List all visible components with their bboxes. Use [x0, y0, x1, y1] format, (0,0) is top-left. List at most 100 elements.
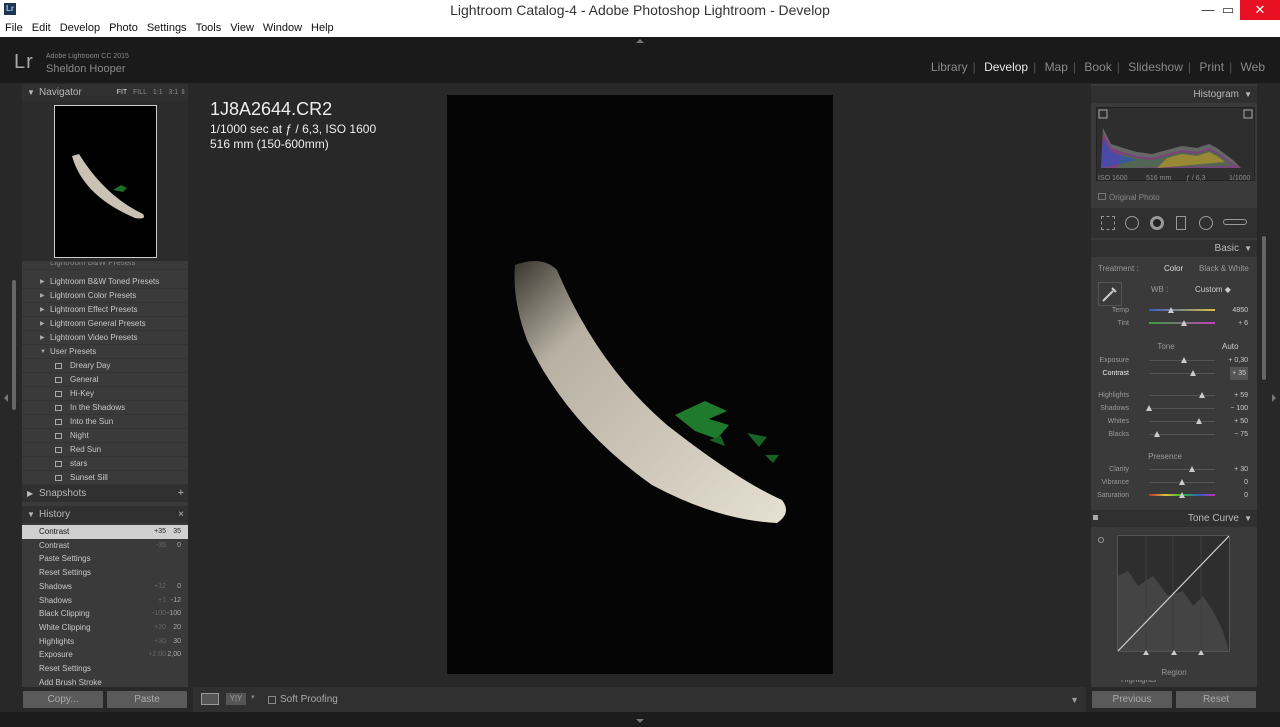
history-step[interactable]: Reset Settings	[22, 566, 188, 580]
navigator-preview[interactable]	[22, 101, 188, 261]
add-snapshot-icon[interactable]: +	[178, 485, 184, 502]
preset-folder[interactable]: Lightroom B&W Presets	[22, 262, 188, 270]
adjustment-brush-icon[interactable]	[1223, 219, 1247, 225]
before-after-dropdown-icon[interactable]: ▾	[251, 693, 255, 701]
graduated-filter-icon[interactable]	[1176, 216, 1186, 230]
slider-whites[interactable]: Whites + 50	[1091, 415, 1257, 428]
tone-curve-header[interactable]: Tone Curve ▼	[1091, 510, 1257, 527]
history-step[interactable]: Highlights +30 30	[22, 635, 188, 649]
tone-curve-toggle-icon[interactable]	[1093, 515, 1098, 520]
red-eye-icon[interactable]	[1150, 216, 1164, 230]
slider-track[interactable]	[1149, 469, 1215, 470]
slider-handle[interactable]	[1153, 431, 1160, 437]
slider-value[interactable]: + 59	[1234, 389, 1248, 402]
slider-track[interactable]	[1149, 373, 1215, 374]
history-step[interactable]: Black Clipping -100 -100	[22, 607, 188, 621]
user-preset[interactable]: In the Shadows	[22, 401, 188, 415]
slider-handle[interactable]	[1190, 370, 1197, 376]
spot-removal-icon[interactable]	[1125, 216, 1139, 230]
treatment-black-white[interactable]: Black & White	[1199, 264, 1249, 273]
slider-value[interactable]: + 50	[1234, 415, 1248, 428]
preset-folder[interactable]: ▶ Lightroom Effect Presets	[22, 303, 188, 317]
slider-shadows[interactable]: Shadows − 100	[1091, 402, 1257, 415]
left-panel-toggle-icon[interactable]	[4, 394, 8, 402]
user-preset[interactable]: Dreary Day	[22, 359, 188, 373]
menu-file[interactable]: File	[0, 20, 27, 34]
slider-clarity[interactable]: Clarity + 30	[1091, 463, 1257, 476]
history-step[interactable]: Shadows +12 0	[22, 580, 188, 594]
slider-value[interactable]: + 6	[1238, 317, 1248, 330]
loupe-view-icon[interactable]	[201, 693, 219, 705]
preset-folder[interactable]: ▶ Lightroom Color Presets	[22, 289, 188, 303]
slider-value[interactable]: 0	[1244, 489, 1248, 502]
filmstrip-toggle-icon[interactable]	[636, 719, 644, 723]
module-slideshow[interactable]: Slideshow	[1123, 60, 1188, 74]
toolbar-menu-icon[interactable]: ▼	[1070, 695, 1079, 705]
module-library[interactable]: Library	[926, 60, 973, 74]
split-handle-icon[interactable]	[1143, 650, 1149, 655]
menu-settings[interactable]: Settings	[142, 20, 191, 34]
before-after-icon[interactable]: Y|Y	[226, 693, 246, 705]
slider-tint[interactable]: Tint + 6	[1091, 317, 1257, 330]
treatment-color[interactable]: Color	[1164, 264, 1183, 273]
slider-vibrance[interactable]: Vibrance 0	[1091, 476, 1257, 489]
menu-window[interactable]: Window	[258, 20, 306, 34]
preset-folder[interactable]: ▶ Lightroom Video Presets	[22, 331, 188, 345]
slider-value[interactable]: 0	[1244, 476, 1248, 489]
slider-handle[interactable]	[1146, 405, 1152, 411]
clear-history-icon[interactable]: ×	[178, 506, 184, 523]
histogram-header[interactable]: Histogram ▼	[1091, 86, 1257, 103]
slider-handle[interactable]	[1167, 307, 1174, 313]
preset-folder-user[interactable]: ▼ User Presets	[22, 345, 188, 359]
menu-edit[interactable]: Edit	[27, 20, 55, 34]
user-preset[interactable]: Sunset Sill	[22, 471, 188, 485]
slider-handle[interactable]	[1198, 392, 1205, 398]
slider-exposure[interactable]: Exposure + 0,30	[1091, 354, 1257, 367]
slider-handle[interactable]	[1180, 320, 1187, 326]
slider-track[interactable]	[1149, 395, 1215, 396]
slider-handle[interactable]	[1195, 418, 1202, 424]
white-balance-eyedropper-icon[interactable]	[1098, 282, 1122, 306]
history-step[interactable]: Add Brush Stroke	[22, 676, 188, 687]
user-preset[interactable]: stars	[22, 457, 188, 471]
slider-highlights[interactable]: Highlights + 59	[1091, 389, 1257, 402]
module-web[interactable]: Web	[1236, 60, 1270, 74]
menu-help[interactable]: Help	[306, 20, 338, 34]
basic-header[interactable]: Basic ▼	[1091, 240, 1257, 257]
user-preset[interactable]: Into the Sun	[22, 415, 188, 429]
history-step[interactable]: Paste Settings	[22, 552, 188, 566]
paste-button[interactable]: Paste	[107, 691, 187, 708]
slider-value[interactable]: + 0,30	[1228, 354, 1248, 367]
tone-curve-graph[interactable]	[1117, 535, 1230, 652]
slider-value[interactable]: + 35	[1230, 367, 1248, 380]
slider-blacks[interactable]: Blacks − 75	[1091, 428, 1257, 441]
reset-button[interactable]: Reset	[1176, 691, 1256, 708]
module-book[interactable]: Book	[1079, 60, 1116, 74]
radial-filter-icon[interactable]	[1199, 216, 1213, 230]
preset-folder[interactable]: ▶ Lightroom B&W Toned Presets	[22, 275, 188, 289]
tone-auto-button[interactable]: Auto	[1222, 342, 1238, 351]
previous-button[interactable]: Previous	[1092, 691, 1172, 708]
top-panel-toggle-icon[interactable]	[636, 39, 644, 43]
history-step[interactable]: Contrast -35 0	[22, 539, 188, 553]
left-scrollbar[interactable]	[12, 280, 16, 410]
slider-handle[interactable]	[1188, 466, 1195, 472]
zoom-1-1[interactable]: 1:1	[153, 89, 163, 96]
slider-handle[interactable]	[1179, 492, 1185, 498]
slider-saturation[interactable]: Saturation 0	[1091, 489, 1257, 502]
preset-folder[interactable]: ▶ Lightroom General Presets	[22, 317, 188, 331]
slider-track[interactable]	[1149, 408, 1215, 409]
targeted-adjustment-icon[interactable]	[1098, 537, 1104, 543]
navigator-thumbnail[interactable]	[54, 105, 157, 258]
slider-value[interactable]: − 100	[1230, 402, 1248, 415]
split-handle-icon[interactable]	[1198, 650, 1204, 655]
menu-tools[interactable]: Tools	[191, 20, 226, 34]
original-photo-checkbox[interactable]	[1098, 193, 1106, 200]
module-map[interactable]: Map	[1040, 60, 1073, 74]
module-develop[interactable]: Develop	[979, 60, 1033, 74]
split-handle-icon[interactable]	[1171, 650, 1177, 655]
snapshots-header[interactable]: ▶ Snapshots +	[22, 485, 188, 502]
slider-track[interactable]	[1149, 421, 1215, 422]
module-print[interactable]: Print	[1194, 60, 1229, 74]
slider-handle[interactable]	[1180, 357, 1187, 363]
